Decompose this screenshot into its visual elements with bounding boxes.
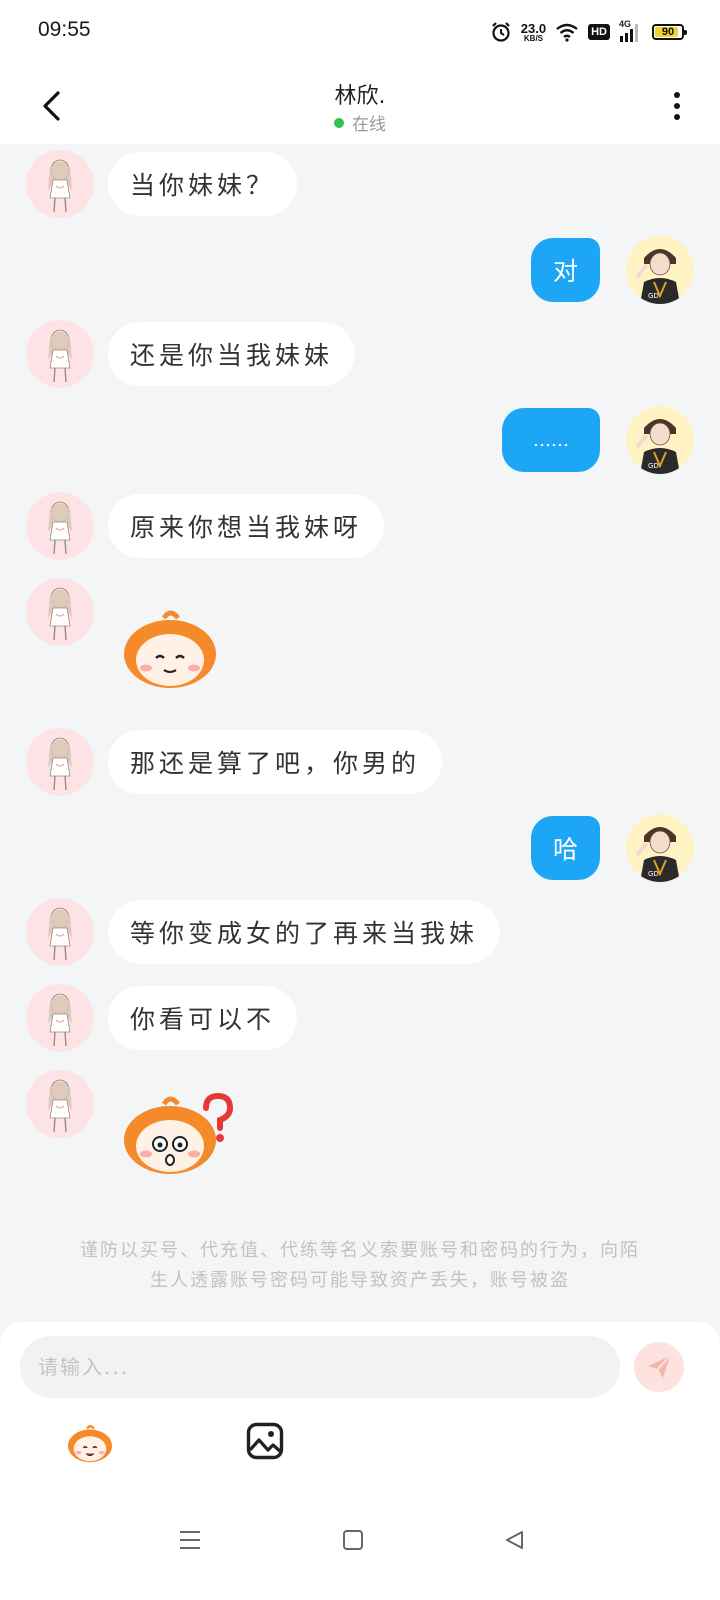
message-row: 原来你想当我妹呀 (0, 492, 720, 560)
contact-avatar[interactable] (26, 150, 94, 218)
online-status-label: 在线 (352, 115, 386, 135)
contact-avatar[interactable] (26, 898, 94, 966)
net-speed: 23.0 KB/S (521, 22, 546, 43)
my-avatar[interactable] (626, 406, 694, 474)
emoji-icon (66, 1424, 114, 1464)
incoming-bubble[interactable]: 当你妹妹？ (108, 152, 298, 216)
wifi-icon (556, 23, 578, 42)
send-button[interactable] (634, 1342, 684, 1392)
message-row: 对 (0, 236, 720, 304)
message-row (0, 1070, 720, 1190)
nav-home-button[interactable] (333, 1520, 373, 1560)
warning-line-1: 谨防以买号、代充值、代练等名义索要账号和密码的行为，向陌 (80, 1240, 640, 1261)
signal-icon: 4G (619, 19, 643, 43)
hd-badge: HD (588, 24, 610, 40)
security-warning: 谨防以买号、代充值、代练等名义索要账号和密码的行为，向陌 生人透露账号密码可能导… (40, 1236, 680, 1296)
outgoing-bubble[interactable]: 哈 (530, 816, 600, 880)
incoming-bubble[interactable]: 你看可以不 (108, 986, 298, 1050)
contact-avatar[interactable] (26, 492, 94, 560)
message-input[interactable] (20, 1336, 620, 1398)
incoming-bubble[interactable]: 那还是算了吧，你男的 (108, 730, 443, 794)
contact-avatar[interactable] (26, 578, 94, 646)
message-row: 还是你当我妹妹 (0, 320, 720, 388)
image-button[interactable] (246, 1422, 284, 1460)
more-options-button[interactable] (662, 86, 692, 126)
status-time: 09:55 (38, 18, 91, 41)
message-row: 等你变成女的了再来当我妹 (0, 898, 720, 966)
message-row: 哈 (0, 814, 720, 882)
menu-icon (180, 1531, 200, 1549)
contact-avatar[interactable] (26, 984, 94, 1052)
emoji-button[interactable] (66, 1420, 114, 1466)
battery-icon: 90 (652, 24, 687, 40)
nav-menu-button[interactable] (170, 1520, 210, 1560)
message-row: 那还是算了吧，你男的 (0, 728, 720, 796)
incoming-bubble[interactable]: 等你变成女的了再来当我妹 (108, 900, 501, 964)
contact-avatar[interactable] (26, 728, 94, 796)
battery-level: 90 (661, 26, 675, 38)
incoming-bubble[interactable]: 还是你当我妹妹 (108, 322, 356, 386)
more-vertical-icon (674, 92, 680, 98)
contact-avatar[interactable] (26, 320, 94, 388)
chat-header: 林欣. 在线 (0, 64, 720, 144)
my-avatar[interactable] (626, 236, 694, 304)
my-avatar[interactable] (626, 814, 694, 882)
incoming-bubble[interactable]: 原来你想当我妹呀 (108, 494, 385, 558)
message-row: …… (0, 406, 720, 474)
online-dot (334, 117, 344, 128)
contact-name: 林欣. (334, 84, 386, 109)
system-nav-bar (0, 1490, 720, 1600)
outgoing-bubble[interactable]: 对 (530, 238, 600, 302)
outgoing-bubble[interactable]: …… (502, 408, 600, 472)
alarm-icon (492, 22, 510, 42)
image-icon (246, 1422, 284, 1460)
net-speed-value: 23.0 (520, 20, 547, 36)
message-row: 你看可以不 (0, 984, 720, 1052)
question-sticker[interactable] (120, 1092, 240, 1180)
smile-sticker[interactable] (120, 606, 220, 694)
message-row (0, 578, 720, 698)
online-status: 在线 (0, 110, 720, 135)
nav-back-button[interactable] (494, 1520, 534, 1560)
contact-avatar[interactable] (26, 1070, 94, 1138)
back-triangle-icon (506, 1531, 523, 1549)
warning-line-2: 生人透露账号密码可能导致资产丢失，账号被盗 (150, 1270, 570, 1291)
send-icon (648, 1355, 671, 1378)
message-row: 当你妹妹？ (0, 150, 720, 218)
home-icon (343, 1530, 363, 1550)
net-speed-unit: KB/S (523, 33, 544, 43)
status-icons: 23.0 KB/S HD 4G 90 (490, 18, 687, 46)
status-bar: 09:55 23.0 KB/S HD 4G 90 (0, 0, 720, 64)
